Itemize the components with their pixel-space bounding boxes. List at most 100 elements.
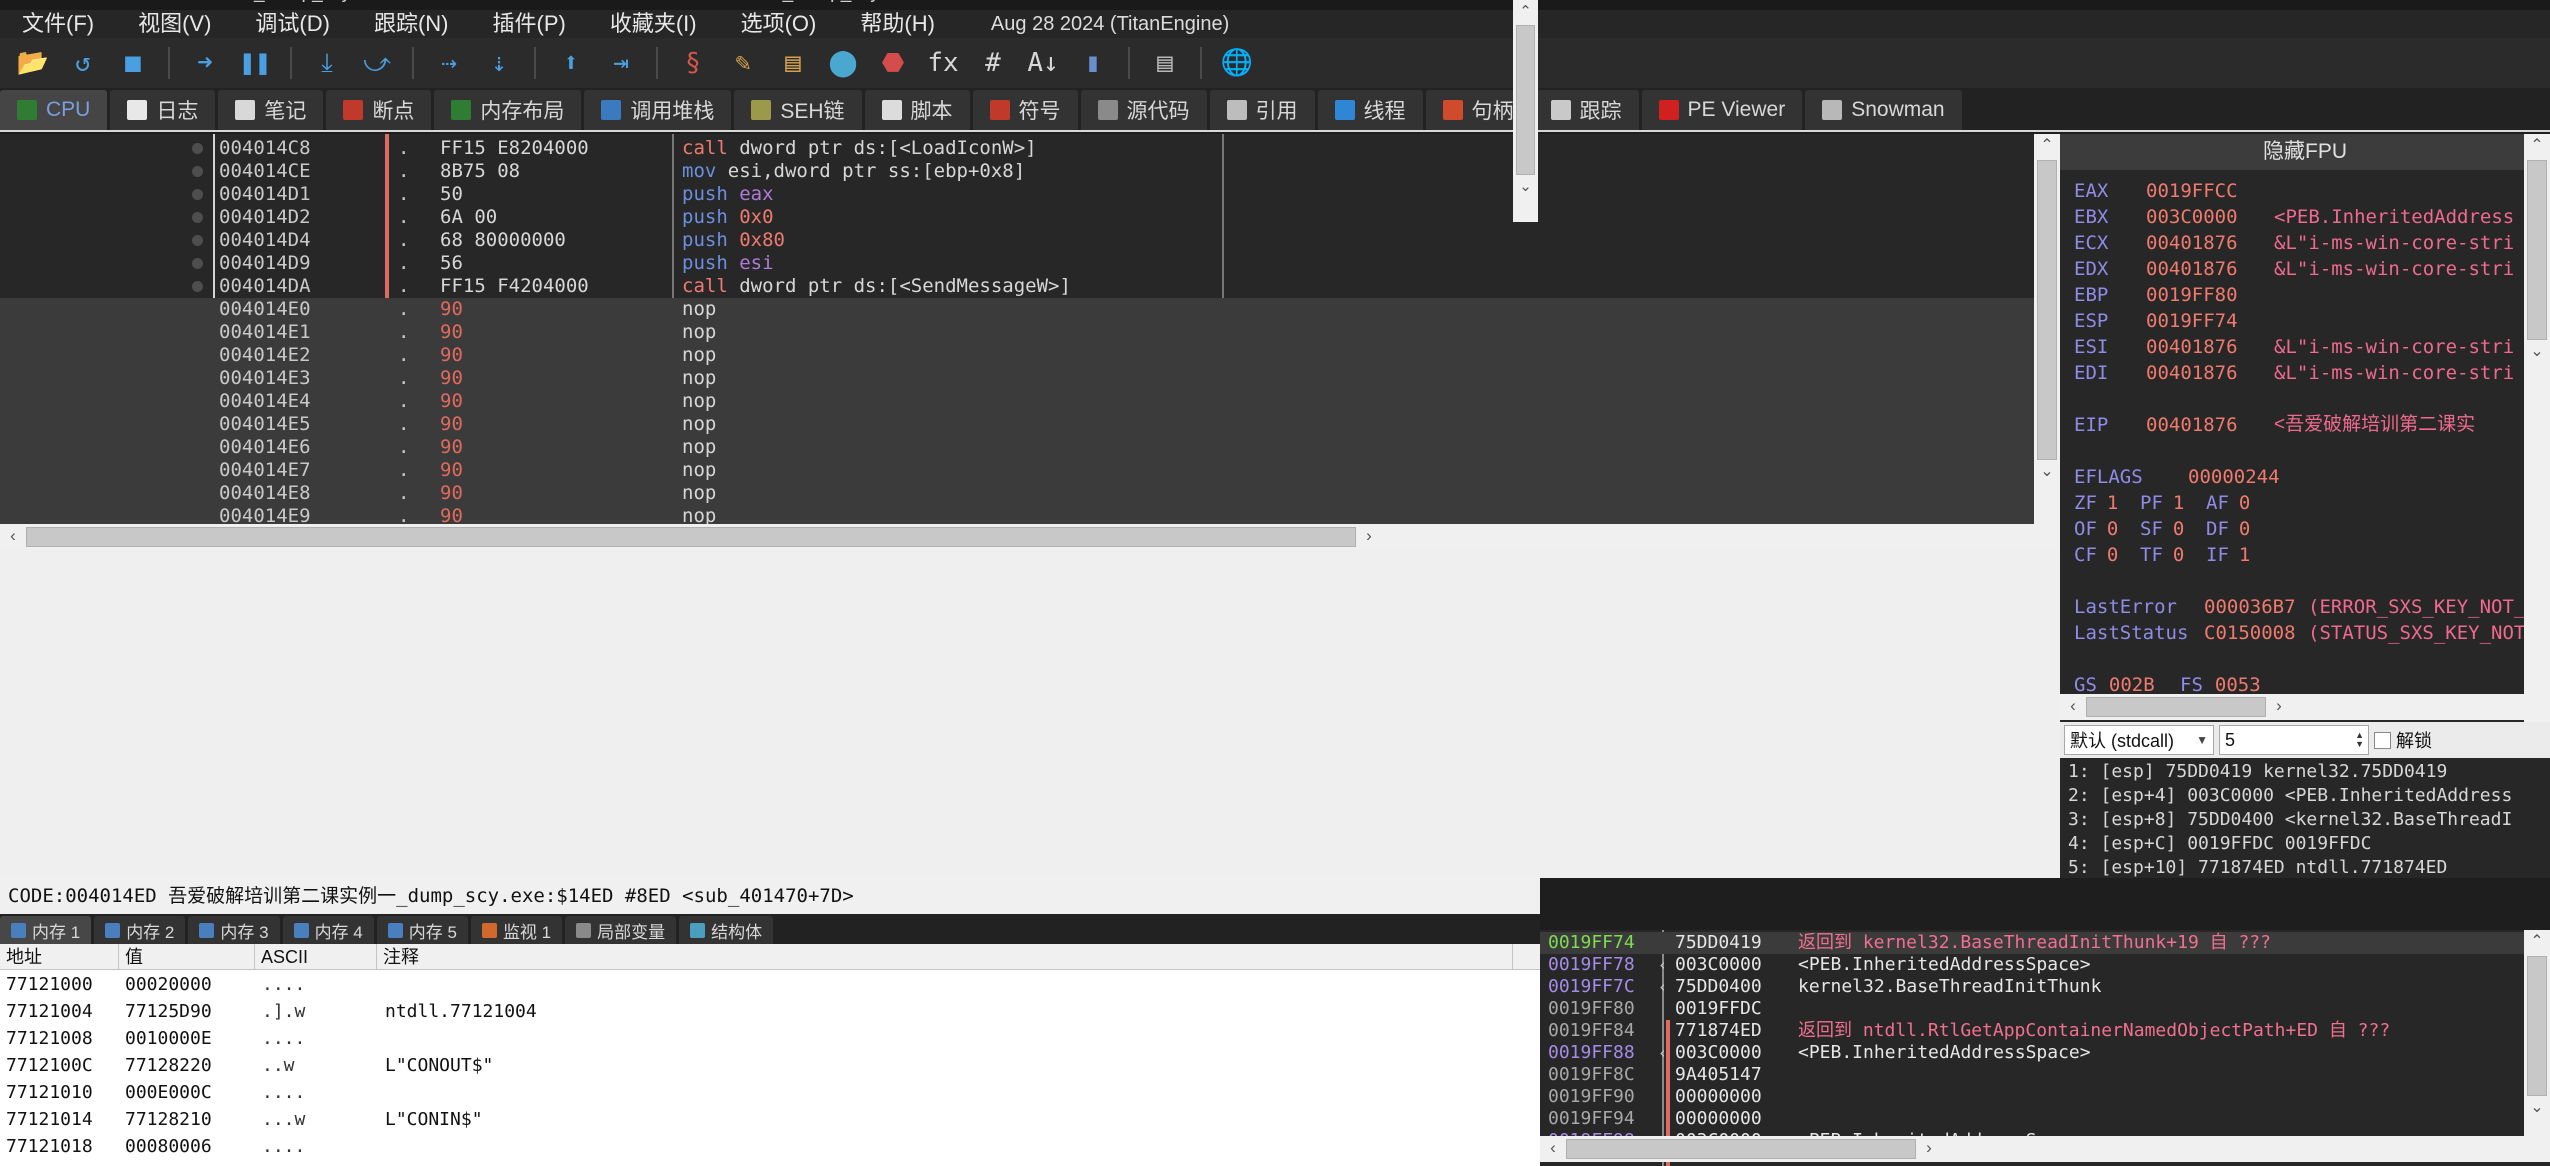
disassembly-row[interactable]: 004014E5. 90 nop	[0, 413, 2060, 436]
argument-list-panel[interactable]: 1: [esp] 75DD0419 kernel32.75DD0419 2: [e…	[2060, 758, 2550, 878]
dump-row[interactable]: 77121004 77125D90 .].w ntdll.77121004	[0, 998, 1520, 1025]
flag-af[interactable]: AF 0	[2206, 490, 2250, 516]
disassembly-row[interactable]: 004014E6. 90 nop	[0, 436, 2060, 459]
chevron-down-icon[interactable]: ▼	[2196, 733, 2213, 747]
tab-snowman[interactable]: Snowman	[1805, 90, 1962, 130]
breakpoints-icon[interactable]: ⬤	[822, 42, 864, 84]
source-icon[interactable]: ▮	[1072, 42, 1114, 84]
flag-of[interactable]: OF 0	[2074, 516, 2118, 542]
dump-col-value[interactable]: 值	[119, 944, 255, 970]
disassembly-row[interactable]: 004014E7. 90 nop	[0, 459, 2060, 482]
disassembly-row[interactable]: 004014C8. FF15 E8204000 call dword ptr ds:…	[0, 137, 2060, 160]
tab-trace[interactable]: 跟踪	[1533, 90, 1639, 130]
stack-horizontal-scrollbar[interactable]: ‹ ›	[1540, 1136, 2550, 1162]
trace-over-icon[interactable]: ⇣	[478, 42, 520, 84]
call-stack-icon[interactable]: fx	[922, 42, 964, 84]
register-row[interactable]: EBP 0019FF80	[2060, 282, 2550, 308]
disassembly-row[interactable]: 004014E4. 90 nop	[0, 390, 2060, 413]
tab-pe-viewer[interactable]: PE Viewer	[1641, 90, 1803, 130]
tab-symbols[interactable]: 符号	[972, 90, 1078, 130]
register-row[interactable]: EDI 00401876 &L"i-ms-win-core-stri	[2060, 360, 2550, 386]
argument-row[interactable]: 1: [esp] 75DD0419 kernel32.75DD0419	[2060, 760, 2550, 784]
disassembly-row[interactable]: 004014E2. 90 nop	[0, 344, 2060, 367]
disassembly-row[interactable]: 004014E1. 90 nop	[0, 321, 2060, 344]
tab-breakpoints[interactable]: 断点	[326, 90, 432, 130]
calling-convention-select[interactable]: 默认 (stdcall) ▼	[2064, 725, 2214, 755]
flag-value[interactable]: 0	[2173, 518, 2184, 540]
dump-row[interactable]: 7712100C 77128220 ..w L"CONOUT$"	[0, 1052, 1520, 1079]
menu-favourites[interactable]: 收藏夹(I)	[588, 10, 719, 38]
notes-icon[interactable]: ▤	[772, 42, 814, 84]
disassembly-row[interactable]: 004014E0. 90 nop	[0, 298, 2060, 321]
flag-zf[interactable]: ZF 1	[2074, 490, 2118, 516]
disassembly-horizontal-scrollbar[interactable]: ‹ ›	[0, 524, 2060, 550]
tab-call-stack[interactable]: 调用堆栈	[584, 90, 732, 130]
scroll-up-icon[interactable]: ⌃	[2034, 134, 2060, 160]
register-value[interactable]: 00401876	[2146, 230, 2238, 256]
scroll-thumb[interactable]	[1516, 25, 1535, 175]
dump-tab-watch-1[interactable]: 监视 1	[470, 916, 563, 944]
stop-icon[interactable]: ■	[112, 42, 154, 84]
register-value[interactable]: 003C0000	[2146, 204, 2238, 230]
disassembly-row[interactable]: 004014DA. FF15 F4204000 call dword ptr ds:…	[0, 275, 2060, 298]
dump-tab-5[interactable]: 内存 5	[376, 916, 468, 944]
flag-value[interactable]: 0	[2173, 544, 2184, 566]
dump-vertical-scrollbar[interactable]: ⌃ ⌄	[1513, 0, 1538, 222]
symbols-icon[interactable]: A↓	[1022, 42, 1064, 84]
references-icon[interactable]: ▤	[1144, 42, 1186, 84]
run-to-user-code-icon[interactable]: ⇥	[600, 42, 642, 84]
menu-view[interactable]: 视图(V)	[116, 10, 233, 38]
scroll-thumb[interactable]	[2527, 956, 2547, 1096]
scroll-down-icon[interactable]: ⌄	[1513, 175, 1538, 200]
register-value[interactable]: 00401876	[2146, 334, 2238, 360]
register-value[interactable]: 0019FF80	[2146, 282, 2238, 308]
scroll-right-icon[interactable]: ›	[1916, 1136, 1942, 1162]
register-value[interactable]: 00401876	[2146, 256, 2238, 282]
disassembly-row[interactable]: 004014D4. 68 80000000 push 0x80	[0, 229, 2060, 252]
stack-row[interactable]: 0019FF84 771874ED 返回到 ntdll.RtlGetAppConta…	[1540, 1020, 2530, 1042]
registers-horizontal-scrollbar[interactable]: ‹ ›	[2060, 694, 2550, 720]
scroll-thumb[interactable]	[1566, 1139, 1916, 1159]
flag-value[interactable]: 0	[2107, 544, 2118, 566]
dump-tab-struct[interactable]: 结构体	[679, 916, 774, 944]
pause-icon[interactable]: ❚❚	[234, 42, 276, 84]
flag-df[interactable]: DF 0	[2206, 516, 2250, 542]
dump-row[interactable]: 77121014 77128210 ...w L"CONIN$"	[0, 1106, 1520, 1133]
scroll-thumb[interactable]	[26, 527, 1356, 547]
menu-trace[interactable]: 跟踪(N)	[352, 10, 471, 38]
tab-log[interactable]: 日志	[110, 90, 216, 130]
argument-row[interactable]: 2: [esp+4] 003C0000 <PEB.InheritedAddres…	[2060, 784, 2550, 808]
step-over-icon[interactable]: ⤻	[356, 42, 398, 84]
disassembly-row[interactable]: 004014D2. 6A 00 push 0x0	[0, 206, 2060, 229]
flag-value[interactable]: 1	[2173, 492, 2184, 514]
register-row[interactable]: ESP 0019FF74	[2060, 308, 2550, 334]
disassembly-row[interactable]: 004014E3. 90 nop	[0, 367, 2060, 390]
dump-row[interactable]: 77121000 00020000....	[0, 971, 1520, 998]
dump-tab-3[interactable]: 内存 3	[188, 916, 280, 944]
dump-col-comment[interactable]: 注释	[377, 944, 1513, 970]
dump-row[interactable]: 77121010 000E000C....	[0, 1079, 1520, 1106]
register-value[interactable]: 0019FFCC	[2146, 178, 2238, 204]
flag-tf[interactable]: TF 0	[2140, 542, 2184, 568]
unlock-checkbox[interactable]	[2374, 731, 2391, 749]
dump-col-address[interactable]: 地址	[0, 944, 119, 970]
execute-till-return-icon[interactable]: ⬆	[550, 42, 592, 84]
disassembly-row[interactable]: 004014CE. 8B75 08 mov esi,dword ptr ss:[eb…	[0, 160, 2060, 183]
flag-pf[interactable]: PF 1	[2140, 490, 2184, 516]
flag-value[interactable]: 0	[2107, 518, 2118, 540]
snowman-icon[interactable]: §	[672, 42, 714, 84]
scroll-right-icon[interactable]: ›	[2266, 694, 2292, 720]
stack-row[interactable]: 0019FF7C ‹ 75DD0400 kernel32.BaseThreadInit…	[1540, 976, 2530, 998]
register-value[interactable]: 00000244	[2188, 464, 2280, 490]
open-file-icon[interactable]: 📂	[12, 42, 54, 84]
segment-value[interactable]: 0053	[2215, 674, 2261, 696]
dump-row[interactable]: 7712101C 771281F8 ...w L"PPN"	[0, 1160, 1520, 1166]
menu-file[interactable]: 文件(F)	[0, 10, 116, 38]
argument-row[interactable]: 4: [esp+C] 0019FFDC 0019FFDC	[2060, 832, 2550, 856]
threads-icon[interactable]: 🌐	[1216, 42, 1258, 84]
segment-value[interactable]: 002B	[2109, 674, 2155, 696]
stack-row[interactable]: 0019FF74 75DD0419 返回到 kernel32.BaseThreadI…	[1540, 932, 2530, 954]
register-value[interactable]: 0019FF74	[2146, 308, 2238, 334]
scroll-down-icon[interactable]: ⌄	[2524, 1096, 2550, 1122]
tab-seh[interactable]: SEH链	[734, 90, 862, 130]
